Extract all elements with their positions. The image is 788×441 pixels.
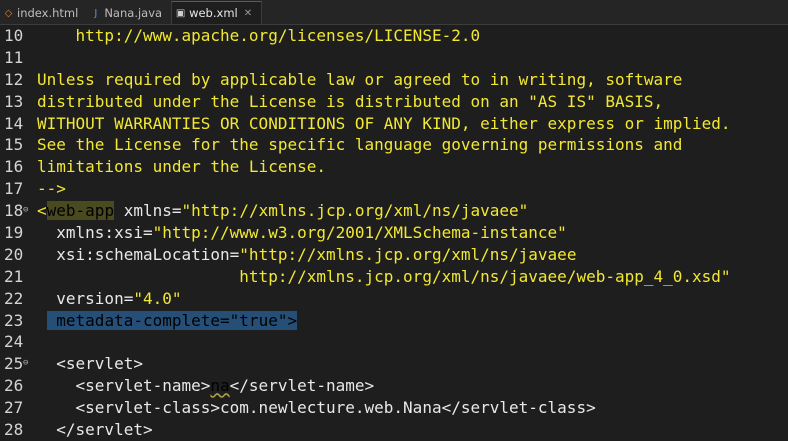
code-line[interactable]: 14 WITHOUT WARRANTIES OR CONDITIONS OF AN… [0, 113, 788, 135]
code-text: xmlns:xsi="http://www.w3.org/2001/XMLSch… [37, 222, 567, 244]
line-number: 26 [4, 376, 24, 396]
code-editor[interactable]: 10 http://www.apache.org/licenses/LICENS… [0, 25, 788, 439]
line-number: 28 [4, 420, 24, 440]
code-text: distributed under the License is distrib… [37, 91, 663, 113]
code-text: --> [37, 178, 66, 200]
code-line[interactable]: 17 --> [0, 178, 788, 200]
token-attr: xmlns:xsi= [37, 223, 153, 243]
line-number: 20 [4, 244, 24, 264]
token-attr: version= [37, 288, 134, 308]
line-number: 18 [4, 201, 24, 221]
code-line[interactable]: 11 [0, 47, 788, 69]
token-cm: Unless required by applicable law or agr… [37, 69, 683, 89]
line-number: 25 [4, 354, 24, 374]
code-text: version="4.0" [37, 288, 182, 310]
token-val: http://xmlns.jcp.org/xml/ns/javaee/web-a… [37, 266, 731, 286]
token-val: "http://xmlns.jcp.org/xml/ns/javaee" [181, 201, 529, 221]
token-val: "4.0" [133, 288, 182, 308]
token-cm: limitations under the License. [37, 157, 326, 177]
token-cm: WITHOUT WARRANTIES OR CONDITIONS OF ANY … [37, 113, 731, 133]
token-tag: <servlet> [37, 354, 143, 374]
code-line[interactable]: 15 See the License for the specific langu… [0, 134, 788, 156]
line-number: 16 [4, 157, 24, 177]
line-number: 19 [4, 223, 24, 243]
token-tag: <servlet-class>com.newlecture.web.Nana</… [37, 398, 596, 418]
token-tag: <servlet-name> [37, 376, 211, 396]
line-number: 22 [4, 288, 24, 308]
code-line[interactable]: 19 xmlns:xsi="http://www.w3.org/2001/XML… [0, 222, 788, 244]
code-line[interactable]: 27 <servlet-class>com.newlecture.web.Nan… [0, 397, 788, 419]
token-cm: --> [37, 179, 66, 199]
line-number: 13 [4, 91, 24, 111]
code-line[interactable]: 10 http://www.apache.org/licenses/LICENS… [0, 25, 788, 47]
html-file-icon: ◇ [4, 7, 13, 19]
code-line[interactable]: 26 <servlet-name>na</servlet-name> [0, 375, 788, 397]
code-line[interactable]: 13 distributed under the License is distr… [0, 91, 788, 113]
token-cm: distributed under the License is distrib… [37, 91, 664, 111]
close-icon[interactable]: ✕ [244, 8, 252, 19]
code-line[interactable]: 24 [0, 331, 788, 353]
code-line[interactable]: 12 Unless required by applicable law or a… [0, 69, 788, 91]
tab-index-html[interactable]: ◇ index.html [0, 2, 87, 24]
line-number: 10 [4, 26, 24, 45]
tab-label: Nana.java [104, 6, 163, 20]
code-line[interactable]: 23 metadata-complete="true"> [0, 310, 788, 332]
token-attr: xsi:schemaLocation= [37, 244, 240, 264]
token-cm: See the License for the specific languag… [37, 135, 683, 155]
tab-label: index.html [17, 6, 79, 20]
code-line[interactable]: 28 </servlet> [0, 419, 788, 441]
line-number: 23 [4, 310, 24, 330]
code-line[interactable]: 16 limitations under the License. [0, 156, 788, 178]
fold-toggle-icon[interactable]: ⊖ [23, 200, 28, 222]
line-number: 27 [4, 398, 24, 418]
code-text: <servlet> [37, 353, 143, 375]
tab-nana-java[interactable]: J Nana.java [87, 2, 171, 24]
token-tagname-hl: web-app [46, 201, 115, 221]
code-line[interactable]: 21 http://xmlns.jcp.org/xml/ns/javaee/we… [0, 266, 788, 288]
code-text: Unless required by applicable law or agr… [37, 69, 682, 91]
xml-file-icon: ▣ [175, 7, 186, 19]
code-text: http://xmlns.jcp.org/xml/ns/javaee/web-a… [37, 266, 731, 288]
token-hl-sel: metadata-complete="true"> [46, 310, 298, 330]
line-number: 17 [4, 179, 24, 199]
editor-tab-bar: ◇ index.html J Nana.java ▣ web.xml ✕ [0, 0, 788, 25]
token-tag: </servlet-name> [229, 376, 375, 396]
code-text: metadata-complete="true"> [37, 310, 298, 332]
token-tag: </servlet> [37, 420, 153, 440]
token-val: "http://xmlns.jcp.org/xml/ns/javaee [239, 244, 577, 264]
code-text: <web-app xmlns="http://xmlns.jcp.org/xml… [37, 200, 528, 222]
line-number: 14 [4, 113, 24, 133]
line-number: 11 [4, 47, 24, 67]
code-line[interactable]: 20 xsi:schemaLocation="http://xmlns.jcp.… [0, 244, 788, 266]
token-val: "http://www.w3.org/2001/XMLSchema-instan… [152, 223, 567, 243]
code-text: xsi:schemaLocation="http://xmlns.jcp.org… [37, 244, 576, 266]
code-text: <servlet-class>com.newlecture.web.Nana</… [37, 397, 596, 419]
fold-toggle-icon[interactable]: ⊖ [23, 353, 28, 375]
token-cm: http://www.apache.org/licenses/LICENSE-2… [37, 26, 481, 45]
tab-label: web.xml [189, 6, 238, 20]
token-br: < [37, 201, 47, 221]
code-text: <servlet-name>na</servlet-name> [37, 375, 375, 397]
code-line[interactable]: 18 ⊖ <web-app xmlns="http://xmlns.jcp.org/… [0, 200, 788, 222]
token-squig: na [210, 376, 230, 396]
line-number: 15 [4, 135, 24, 155]
tab-web-xml[interactable]: ▣ web.xml ✕ [171, 1, 263, 24]
code-text: limitations under the License. [37, 156, 326, 178]
code-line[interactable]: 22 version="4.0" [0, 288, 788, 310]
code-text: See the License for the specific languag… [37, 134, 682, 156]
line-number: 24 [4, 332, 24, 352]
code-text: WITHOUT WARRANTIES OR CONDITIONS OF ANY … [37, 113, 731, 135]
token-attr: xmlns= [114, 201, 182, 221]
java-file-icon: J [94, 7, 98, 19]
code-text: http://www.apache.org/licenses/LICENSE-2… [37, 25, 481, 47]
line-number: 21 [4, 266, 24, 286]
line-number: 12 [4, 69, 24, 89]
code-line[interactable]: 25 ⊖ <servlet> [0, 353, 788, 375]
code-text: </servlet> [37, 419, 153, 441]
